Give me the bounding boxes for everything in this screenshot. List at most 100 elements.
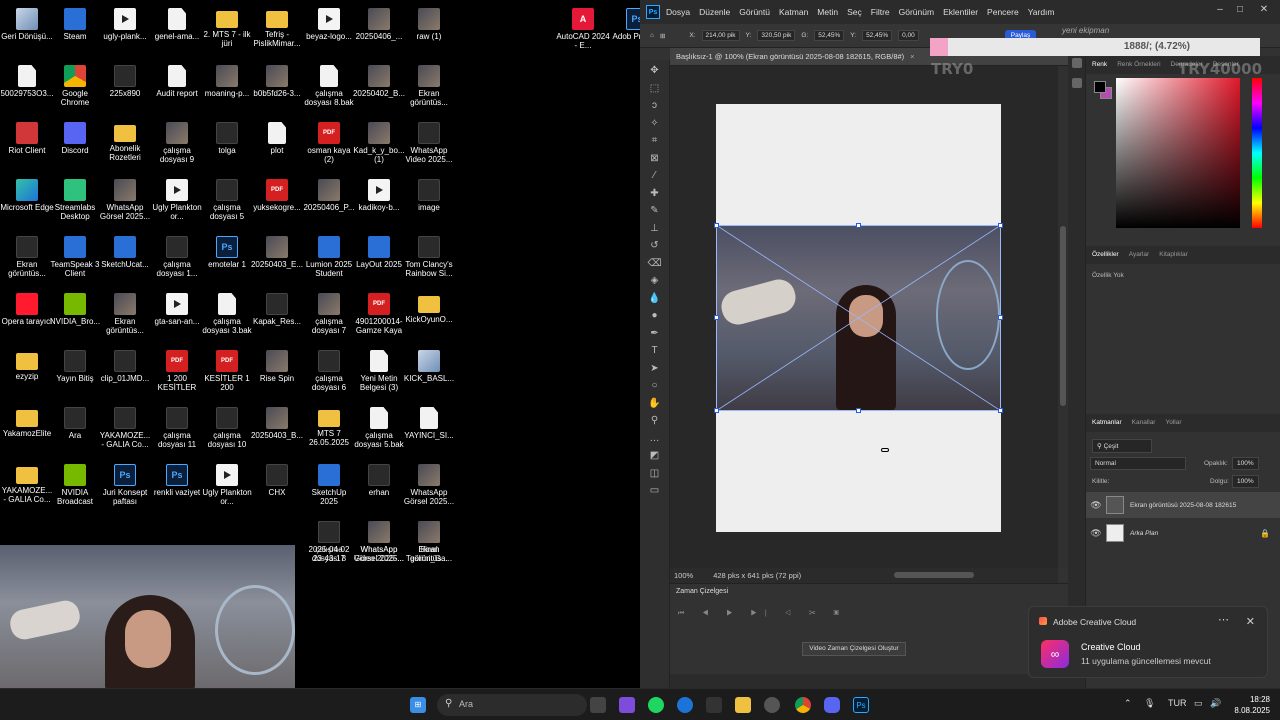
tab-yollar[interactable]: Yollar <box>1165 419 1181 427</box>
transform-handle-br[interactable] <box>998 408 1003 413</box>
desktop-icon[interactable]: tolga <box>200 119 254 176</box>
eyedropper-icon[interactable]: ⁄ <box>648 170 662 182</box>
microphone-icon[interactable]: 🎙 <box>1144 698 1155 709</box>
transform-handle-bl[interactable] <box>714 408 719 413</box>
desktop-icon[interactable]: SketchUcat... <box>98 233 152 290</box>
desktop-icon[interactable]: Ekran görüntüs... <box>98 290 152 347</box>
desktop-icon[interactable]: Yayın Bitiş <box>48 347 102 404</box>
desktop-icon[interactable]: 2. MTS 7 - ilk jüri <box>200 5 254 62</box>
transform-handle-l[interactable] <box>714 315 719 320</box>
copilot-icon[interactable] <box>619 697 635 713</box>
desktop-icon[interactable]: Kad_k_y_bo... (1) <box>352 119 406 176</box>
desktop-icon[interactable]: Steam <box>48 5 102 62</box>
desktop-icon[interactable]: Microsoft Edge <box>0 176 54 233</box>
desktop-icon[interactable]: çalışma dosyası 9 <box>150 119 204 176</box>
menu-sec[interactable]: Seç <box>847 7 862 17</box>
desktop-icon[interactable]: Ekran görüntüs... <box>0 233 54 290</box>
desktop-icon[interactable]: KICK_BASL... <box>402 347 456 404</box>
shape-tool-icon[interactable]: ○ <box>648 380 662 392</box>
notification-toast[interactable]: Adobe Creative Cloud ⋯ ✕ ∞ Creative Clou… <box>1028 606 1268 678</box>
tab-katmanlar[interactable]: Katmanlar <box>1092 419 1122 427</box>
desktop-icon[interactable]: genel-ama... <box>150 5 204 62</box>
more-options-icon[interactable]: ⋯ <box>1218 613 1229 626</box>
history-brush-icon[interactable]: ↺ <box>648 240 662 252</box>
desktop-icon[interactable]: Rise Spin <box>250 347 304 404</box>
desktop-icon[interactable]: Google Chrome <box>48 62 102 119</box>
color-picker-field[interactable] <box>1116 78 1240 228</box>
desktop-icon[interactable]: 20250403_E... <box>250 233 304 290</box>
transform-icon[interactable]: ⊞ <box>660 32 665 40</box>
desktop-icon[interactable]: MTS 7 26.05.2025 <box>302 404 356 461</box>
close-icon[interactable]: ✕ <box>1256 4 1272 20</box>
desktop-icon[interactable]: Discord <box>48 119 102 176</box>
placed-screenshot-layer[interactable] <box>716 225 1001 411</box>
desktop-icon[interactable]: gta-san-an... <box>150 290 204 347</box>
desktop-icon[interactable]: PDF yuksekogre... <box>250 176 304 233</box>
desktop-icon[interactable]: çalışma dosyası 11 <box>150 404 204 461</box>
transform-handle-t[interactable] <box>856 223 861 228</box>
desktop-icon[interactable]: A AutoCAD 2024 - E... <box>556 5 610 62</box>
desktop-icon[interactable]: b0b5fd26-3... <box>250 62 304 119</box>
desktop-icon[interactable]: SketchUp 2025 <box>302 461 356 518</box>
stamp-tool-icon[interactable]: ⊥ <box>648 223 662 235</box>
desktop-icon[interactable]: ezyzip <box>0 347 54 404</box>
scrollbar-thumb[interactable] <box>1060 226 1066 406</box>
desktop-icon[interactable]: Kapak_Res... <box>250 290 304 347</box>
home-icon[interactable]: ⌂ <box>650 32 654 39</box>
menu-dosya[interactable]: Dosya <box>666 7 690 17</box>
menu-duzenle[interactable]: Düzenle <box>699 7 730 17</box>
desktop-icon[interactable]: 225x890 <box>98 62 152 119</box>
move-tool-icon[interactable]: ✥ <box>648 65 662 77</box>
menu-pencere[interactable]: Pencere <box>987 7 1019 17</box>
tab-kanallar[interactable]: Kanallar <box>1132 419 1156 427</box>
task-view-icon[interactable] <box>590 697 606 713</box>
desktop-icon[interactable]: Ara <box>48 404 102 461</box>
height-field[interactable]: 52,45% <box>862 30 893 41</box>
desktop-icon[interactable]: ugly-plank... <box>98 5 152 62</box>
desktop-icon[interactable]: WhatsApp Görsel 2025... <box>98 176 152 233</box>
canvas-area[interactable] <box>670 66 1058 568</box>
language-indicator[interactable]: TUR <box>1168 698 1187 708</box>
desktop-icon[interactable]: beyaz-logo... <box>302 5 356 62</box>
menu-metin[interactable]: Metin <box>817 7 838 17</box>
menu-gorunum[interactable]: Görünüm <box>899 7 934 17</box>
close-notification-icon[interactable]: ✕ <box>1246 615 1255 628</box>
tray-overflow-icon[interactable]: ⌃ <box>1124 698 1132 709</box>
desktop-icon[interactable]: 20250402_B... <box>352 62 406 119</box>
desktop-icon[interactable]: CHX <box>250 461 304 518</box>
horizontal-scrollbar[interactable] <box>894 572 974 578</box>
desktop-icon[interactable]: 50029753O3... <box>0 62 54 119</box>
gradient-tool-icon[interactable]: ◈ <box>648 275 662 287</box>
tab-kitapliklar[interactable]: Kitaplıklar <box>1159 251 1188 259</box>
x-field[interactable]: 214,00 pik <box>701 30 740 41</box>
desktop-icon[interactable]: Ekran görüntüs... <box>402 62 456 119</box>
desktop-icon[interactable]: Ugly Plankton or... <box>200 461 254 518</box>
desktop-icon[interactable]: moaning-p... <box>200 62 254 119</box>
create-video-timeline-button[interactable]: Video Zaman Çizelgesi Oluştur <box>802 642 906 656</box>
magic-wand-icon[interactable]: ✧ <box>648 118 662 130</box>
desktop-icon[interactable]: 20250406_P... <box>302 176 356 233</box>
healing-brush-icon[interactable]: ✚ <box>648 188 662 200</box>
desktop-icon[interactable]: PDF 1 200 KESİTLER <box>150 347 204 404</box>
desktop-icon[interactable]: çalışma dosyası 7 <box>302 290 356 347</box>
layer-filter-search[interactable]: ⚲ Çeşit <box>1092 439 1152 453</box>
desktop-icon[interactable]: erhan <box>352 461 406 518</box>
brush-tool-icon[interactable]: ✎ <box>648 205 662 217</box>
desktop-icon[interactable]: PDF 4901200014-Gamze Kaya <box>352 290 406 347</box>
desktop-icon[interactable]: plot <box>250 119 304 176</box>
desktop-icon[interactable]: PDF osman kaya (2) <box>302 119 356 176</box>
desktop-icon[interactable]: YAKAMOZE... - GALIA Co... <box>98 404 152 461</box>
blur-tool-icon[interactable]: 💧 <box>648 293 662 305</box>
tab-renk[interactable]: Renk <box>1092 61 1107 69</box>
screen-mode-icon[interactable]: ▭ <box>648 485 662 497</box>
desktop-icon[interactable]: Abonelik Rozetleri <box>98 119 152 176</box>
zoom-tool-icon[interactable]: ⚲ <box>648 415 662 427</box>
desktop-icon[interactable]: Streamlabs Desktop <box>48 176 102 233</box>
opacity-field[interactable]: 100% <box>1232 457 1259 470</box>
clock[interactable]: 18:28 8.08.2025 <box>1226 694 1270 716</box>
desktop-icon[interactable]: 2025-04-02 23-43-17 <box>302 518 356 575</box>
desktop-icon[interactable]: Ugly Plankton or... <box>150 176 204 233</box>
desktop-icon[interactable]: 20250406_... <box>352 5 406 62</box>
desktop-icon[interactable]: Tefriş - PislikMimar... <box>250 5 304 62</box>
menu-yardim[interactable]: Yardım <box>1028 7 1055 17</box>
